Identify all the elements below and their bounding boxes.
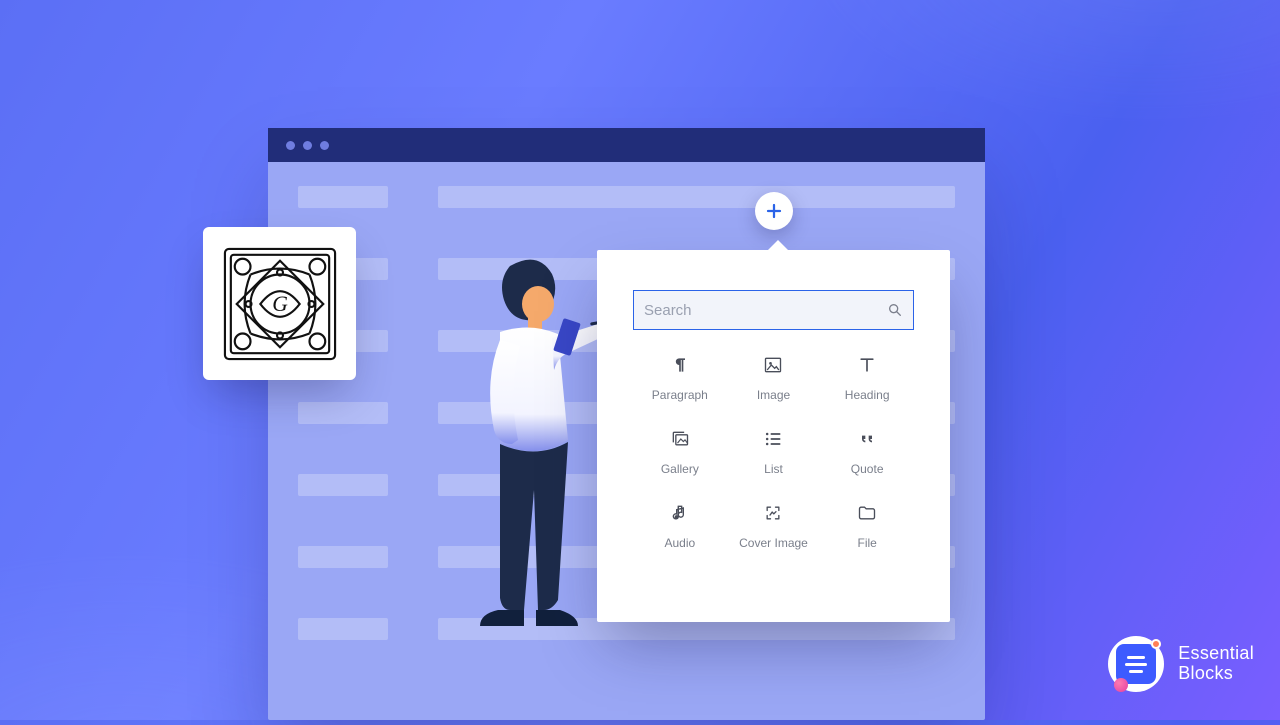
gutenberg-logo-icon: G: [221, 245, 339, 363]
gallery-icon: [669, 428, 691, 450]
block-label: Cover Image: [739, 536, 808, 550]
brand-line1: Essential: [1178, 644, 1254, 664]
block-label: Heading: [845, 388, 890, 402]
block-label: File: [857, 536, 876, 550]
essential-blocks-label: Essential Blocks: [1178, 644, 1254, 684]
brand-line2: Blocks: [1178, 664, 1254, 684]
add-block-button[interactable]: [755, 192, 793, 230]
essential-blocks-badge: Essential Blocks: [1108, 636, 1254, 692]
block-inserter-popover: Paragraph Image Heading Gallery List: [597, 250, 950, 622]
block-heading[interactable]: Heading: [820, 354, 914, 402]
block-label: Image: [757, 388, 790, 402]
block-file[interactable]: File: [820, 502, 914, 550]
svg-text:G: G: [272, 291, 288, 315]
block-label: List: [764, 462, 783, 476]
window-dot: [320, 141, 329, 150]
block-audio[interactable]: Audio: [633, 502, 727, 550]
block-label: Quote: [851, 462, 884, 476]
titlebar: [268, 128, 985, 162]
list-icon: [762, 428, 784, 450]
block-label: Audio: [664, 536, 695, 550]
block-image[interactable]: Image: [727, 354, 821, 402]
block-gallery[interactable]: Gallery: [633, 428, 727, 476]
quote-icon: [856, 428, 878, 450]
essential-blocks-logo-icon: [1108, 636, 1164, 692]
search-field-wrapper: [633, 290, 914, 330]
block-list[interactable]: List: [727, 428, 821, 476]
block-quote[interactable]: Quote: [820, 428, 914, 476]
block-label: Gallery: [661, 462, 699, 476]
file-icon: [856, 502, 878, 524]
gutenberg-logo-card: G: [203, 227, 356, 380]
plus-icon: [765, 202, 783, 220]
image-icon: [762, 354, 784, 376]
cover-image-icon: [762, 502, 784, 524]
block-grid: Paragraph Image Heading Gallery List: [633, 354, 914, 550]
audio-icon: [669, 502, 691, 524]
search-input[interactable]: [644, 302, 887, 319]
block-label: Paragraph: [652, 388, 708, 402]
window-dot: [303, 141, 312, 150]
block-cover-image[interactable]: Cover Image: [727, 502, 821, 550]
paragraph-icon: [669, 354, 691, 376]
block-paragraph[interactable]: Paragraph: [633, 354, 727, 402]
heading-icon: [856, 354, 878, 376]
window-dot: [286, 141, 295, 150]
search-icon: [887, 302, 903, 318]
